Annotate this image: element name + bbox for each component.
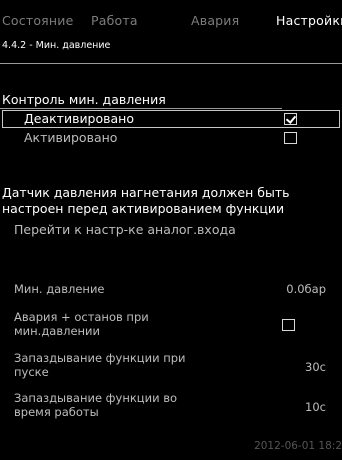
param-alarm-stop-label: Авария + останов при мин.давлении: [14, 310, 149, 338]
param-delay-start-value[interactable]: 30с: [305, 360, 326, 374]
option-deactivated-checkbox[interactable]: [284, 113, 297, 125]
header-divider: [0, 63, 342, 64]
option-activated-label: Активировано: [24, 130, 118, 145]
notice-text: Датчик давления нагнетания должен быть н…: [2, 185, 290, 216]
param-delay-start-label: Запаздывание функции при пуске: [14, 351, 186, 379]
tab-settings[interactable]: Настройки: [276, 13, 342, 28]
tab-status[interactable]: Состояние: [2, 13, 73, 28]
tab-bar: Состояние Работа Авария Настройки: [0, 0, 342, 34]
option-deactivated-label: Деактивировано: [24, 111, 134, 126]
tab-operation[interactable]: Работа: [91, 13, 138, 28]
analog-input-config-link[interactable]: Перейти к настр-ке аналог.входа: [14, 222, 236, 237]
param-delay-run-label: Запаздывание функции во время работы: [14, 391, 178, 419]
option-deactivated[interactable]: Деактивировано: [2, 110, 340, 128]
option-activated[interactable]: Активировано: [2, 129, 340, 147]
section-title: Контроль мин. давления: [2, 92, 166, 107]
param-min-pressure-label: Мин. давление: [14, 282, 105, 296]
param-min-pressure-value[interactable]: 0.0бар: [286, 282, 326, 296]
param-alarm-stop-checkbox[interactable]: [282, 319, 295, 331]
tab-alarm[interactable]: Авария: [191, 13, 239, 28]
timestamp: 2012-06-01 18:2: [254, 440, 342, 452]
breadcrumb: 4.4.2 - Мин. давление: [2, 40, 111, 51]
section-title-underline: [0, 108, 282, 109]
param-delay-run-value[interactable]: 10с: [305, 400, 326, 414]
option-activated-checkbox[interactable]: [284, 132, 297, 144]
